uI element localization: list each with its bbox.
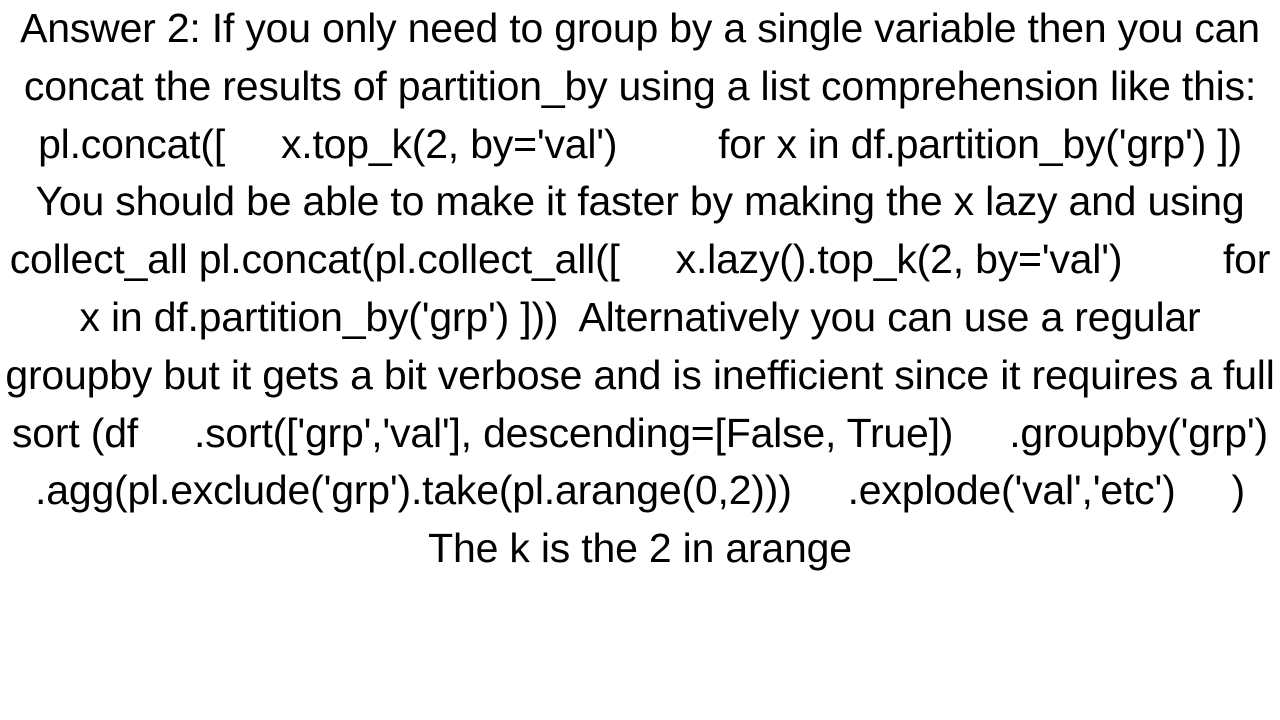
document-body: Answer 2: If you only need to group by a…	[0, 0, 1280, 578]
